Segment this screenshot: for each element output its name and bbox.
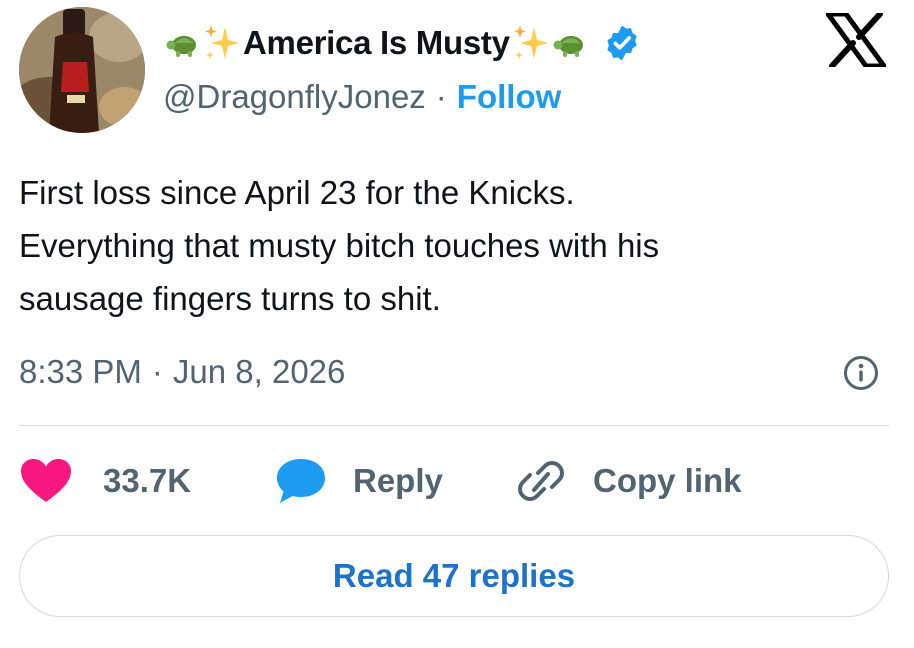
avatar[interactable] <box>19 7 145 133</box>
like-count: 33.7K <box>103 462 192 499</box>
copy-link-button[interactable]: Copy link <box>515 457 742 505</box>
action-bar: 33.7K Reply Copy link <box>19 450 742 512</box>
tweet-text-line: sausage fingers turns to shit. <box>19 280 441 317</box>
copy-link-label: Copy link <box>593 462 742 499</box>
tweet-timestamp[interactable]: 8:33 PM · Jun 8, 2026 <box>19 346 345 398</box>
divider <box>19 425 889 426</box>
tweet-text-line: Everything that musty bitch touches with… <box>19 227 660 264</box>
display-name[interactable]: America Is Musty <box>243 24 510 62</box>
info-icon[interactable] <box>843 355 879 391</box>
tweet-time: 8:33 PM <box>19 353 142 390</box>
like-button[interactable]: 33.7K <box>19 458 275 504</box>
speech-bubble-icon <box>275 457 327 505</box>
read-replies-label: Read 47 replies <box>332 557 576 594</box>
reply-label: Reply <box>353 462 443 499</box>
tweet-text-line: First loss since April 23 for the Knicks… <box>19 174 575 211</box>
sparkles-icon <box>203 23 241 63</box>
sparkles-icon <box>512 23 550 63</box>
follow-button[interactable]: Follow <box>457 78 561 116</box>
verified-badge-icon <box>602 23 642 63</box>
separator-dot: · <box>435 78 447 115</box>
tweet-text: First loss since April 23 for the Knicks… <box>19 166 889 325</box>
separator-dot: · <box>151 353 163 390</box>
author-name-row: America Is Musty <box>163 16 642 70</box>
bottle-photo-icon <box>19 7 145 133</box>
author-handle-row: @DragonflyJonez · Follow <box>163 74 561 120</box>
turtle-icon <box>163 25 203 61</box>
read-replies-button[interactable]: Read 47 replies <box>19 535 889 617</box>
turtle-icon <box>550 25 590 61</box>
x-logo-icon[interactable] <box>825 11 887 69</box>
reply-button[interactable]: Reply <box>275 457 515 505</box>
link-icon <box>515 457 567 505</box>
heart-icon <box>19 458 73 504</box>
tweet-date: Jun 8, 2026 <box>172 353 346 390</box>
author-handle[interactable]: @DragonflyJonez <box>163 78 426 116</box>
